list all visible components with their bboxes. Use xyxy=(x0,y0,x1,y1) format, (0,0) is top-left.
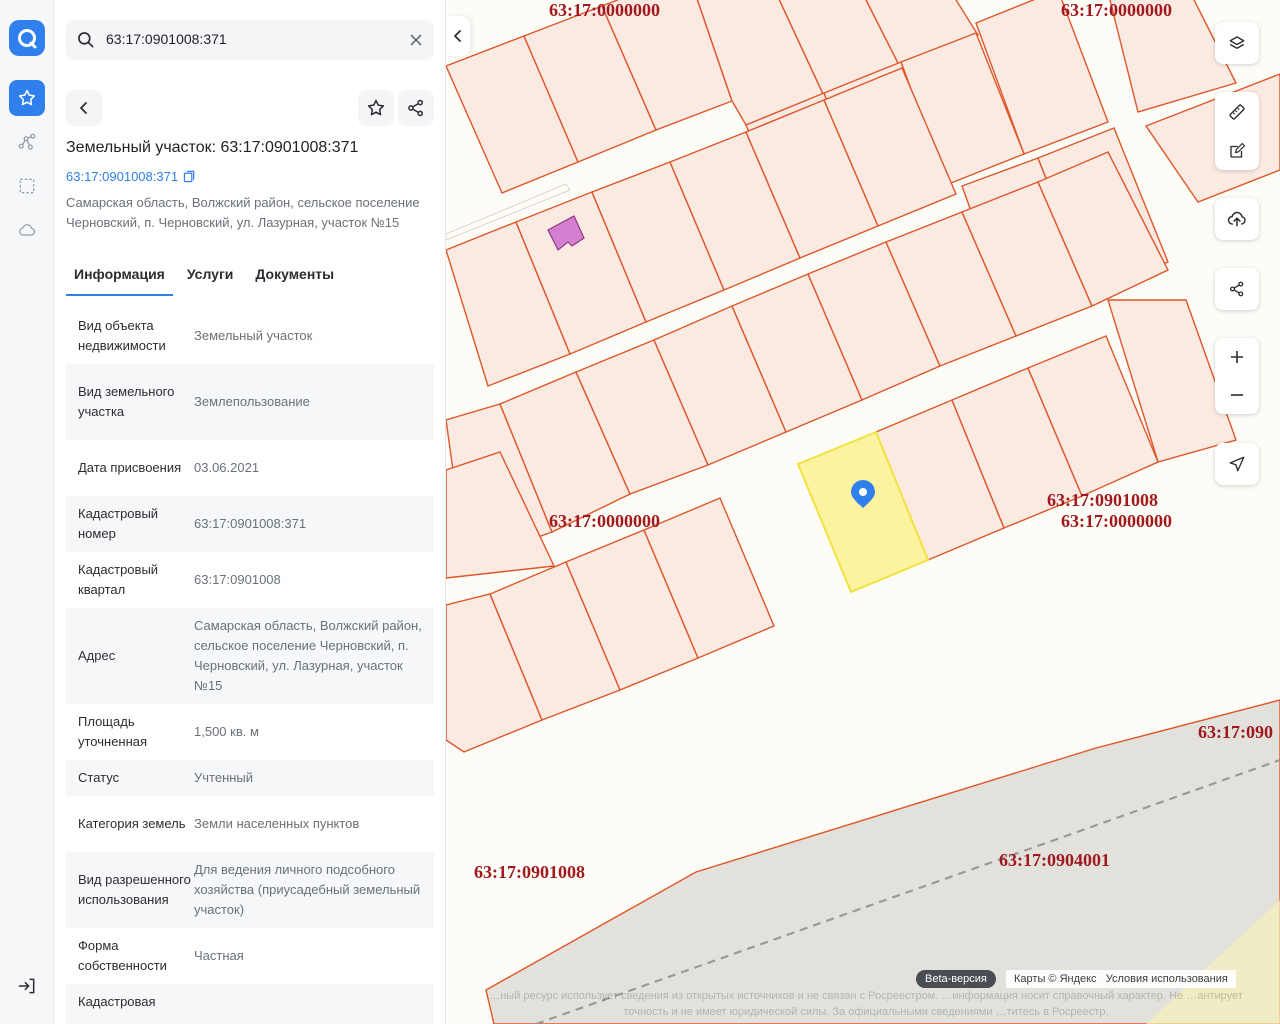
parcel-address: Самарская область, Волжский район, сельс… xyxy=(66,195,420,230)
table-row: Вид разрешенного использования Для ведени… xyxy=(66,852,434,928)
zoom-out-icon[interactable] xyxy=(1215,377,1259,413)
row-key: Категория земель xyxy=(78,816,186,831)
star-icon xyxy=(367,99,385,116)
search-icon xyxy=(76,30,96,55)
star-icon[interactable] xyxy=(9,80,45,116)
map-copyright: Карты © Яндекс Условия использования xyxy=(1006,970,1236,988)
logo-icon[interactable] xyxy=(9,20,45,56)
copy-icon[interactable] xyxy=(183,170,196,183)
row-value: 63:17:0901008:371 xyxy=(194,516,307,531)
beta-badge: Beta-версия xyxy=(916,970,996,988)
tab-documents[interactable]: Документы xyxy=(247,262,342,296)
measure-tools[interactable] xyxy=(1215,92,1259,170)
disclaimer-text: …ный ресурс использует сведения из откры… xyxy=(489,990,1243,1018)
row-key: Статус xyxy=(78,770,120,785)
search-bar[interactable]: 63:17:0901008:371 xyxy=(66,20,434,60)
row-key: Кадастровая xyxy=(78,994,156,1009)
table-row: Кадастровый номер 63:17:0901008:371 xyxy=(66,496,434,552)
quarter-label: 63:17:0000000 xyxy=(1061,511,1172,531)
row-key: Кадастровый номер xyxy=(78,506,159,541)
row-key: Площадь уточненная xyxy=(78,714,148,749)
table-row: Кадастровый квартал 63:17:0901008 xyxy=(66,552,434,608)
layers-control[interactable] xyxy=(1215,22,1259,64)
row-key: Вид земельного участка xyxy=(78,384,175,419)
table-row: Вид земельного участка Землепользование xyxy=(66,364,434,440)
details-panel: 63:17:0901008:371 Земельный участок: 63:… xyxy=(54,0,446,1024)
row-value: Земельный участок xyxy=(194,328,313,343)
zoom-in-icon[interactable] xyxy=(1215,339,1259,375)
share-icon[interactable] xyxy=(1215,271,1259,307)
cadastral-map[interactable]: 63:17:0000000 63:17:0000000 63:17:090100… xyxy=(446,0,1280,1024)
table-row: Площадь уточненная 1,500 кв. м xyxy=(66,704,434,760)
cadastral-number-link[interactable]: 63:17:0901008:371 xyxy=(66,169,196,184)
table-row: Вид объекта недвижимости Земельный участо… xyxy=(66,308,434,364)
table-row: Кадастровая xyxy=(66,984,434,1024)
row-key: Форма собственности xyxy=(78,938,167,973)
quarter-label: 63:17:0901008 xyxy=(474,862,585,882)
map-share-button[interactable] xyxy=(1215,268,1259,310)
copyright-text[interactable]: Карты © Яндекс xyxy=(1014,973,1097,985)
quarter-label: 63:17:090 xyxy=(1198,722,1273,742)
cadastral-number[interactable]: 63:17:0901008:371 xyxy=(66,169,178,184)
back-button[interactable] xyxy=(66,90,102,126)
cloud-upload-icon[interactable] xyxy=(1215,201,1259,237)
favorite-button[interactable] xyxy=(358,90,394,126)
tab-services[interactable]: Услуги xyxy=(179,262,242,296)
terms-link[interactable]: Условия использования xyxy=(1106,973,1228,985)
row-value: Землепользование xyxy=(194,394,310,409)
table-row: Адрес Самарская область, Волжский район, … xyxy=(66,608,434,704)
left-rail xyxy=(0,0,54,1024)
navigation-arrow-icon[interactable] xyxy=(1215,446,1259,482)
tab-information[interactable]: Информация xyxy=(66,262,173,296)
row-key: Вид объекта недвижимости xyxy=(78,318,166,353)
info-table: Вид объекта недвижимости Земельный участо… xyxy=(66,308,434,1024)
row-key: Дата присвоения xyxy=(78,460,182,475)
row-key: Адрес xyxy=(78,648,116,663)
row-value: Частная xyxy=(194,948,244,963)
table-row: Форма собственности Частная xyxy=(66,928,434,984)
layers-icon[interactable] xyxy=(1215,25,1259,61)
quarter-label: 63:17:0000000 xyxy=(549,511,660,531)
row-value: 03.06.2021 xyxy=(194,460,260,475)
row-key: Вид разрешенного использования xyxy=(78,872,191,907)
quarter-label: 63:17:0904001 xyxy=(999,850,1110,870)
share-button[interactable] xyxy=(398,90,434,126)
ruler-icon[interactable] xyxy=(1215,94,1259,130)
quarter-label: 63:17:0901008 xyxy=(1047,490,1158,510)
search-input[interactable]: 63:17:0901008:371 xyxy=(106,31,227,47)
map-footer: Beta-версия Карты © Яндекс Условия испол… xyxy=(470,970,1256,990)
row-value: Учтенный xyxy=(194,770,254,785)
row-value: 63:17:0901008 xyxy=(194,572,281,587)
selection-icon[interactable] xyxy=(9,168,45,204)
share-icon xyxy=(408,99,423,117)
row-value: 1,500 кв. м xyxy=(194,724,259,739)
edit-icon[interactable] xyxy=(1215,133,1259,169)
row-value: Для ведения личного подсобного хозяйства… xyxy=(194,862,421,917)
row-value: Самарская область, Волжский район, сельс… xyxy=(194,618,422,693)
upload-button[interactable] xyxy=(1215,198,1259,240)
row-value: Земли населенных пунктов xyxy=(194,816,360,831)
table-row: Дата присвоения 03.06.2021 xyxy=(66,440,434,496)
cloud-icon[interactable] xyxy=(9,212,45,248)
table-row: Категория земель Земли населенных пунктов xyxy=(66,796,434,852)
logout-icon[interactable] xyxy=(9,968,45,1004)
route-icon[interactable] xyxy=(9,124,45,160)
row-key: Кадастровый квартал xyxy=(78,562,159,597)
geolocation-button[interactable] xyxy=(1215,443,1259,485)
quarter-label: 63:17:0000000 xyxy=(1061,0,1172,20)
quarter-label: 63:17:0000000 xyxy=(549,0,660,20)
chevron-left-icon xyxy=(80,102,87,114)
table-row: Статус Учтенный xyxy=(66,760,434,796)
page-title: Земельный участок: 63:17:0901008:371 xyxy=(66,139,359,156)
collapse-panel-button[interactable] xyxy=(446,16,470,56)
close-icon[interactable] xyxy=(406,30,426,50)
zoom-control[interactable] xyxy=(1215,338,1259,414)
tabs: Информация Услуги Документы xyxy=(66,262,434,296)
chevron-left-icon xyxy=(454,30,461,42)
